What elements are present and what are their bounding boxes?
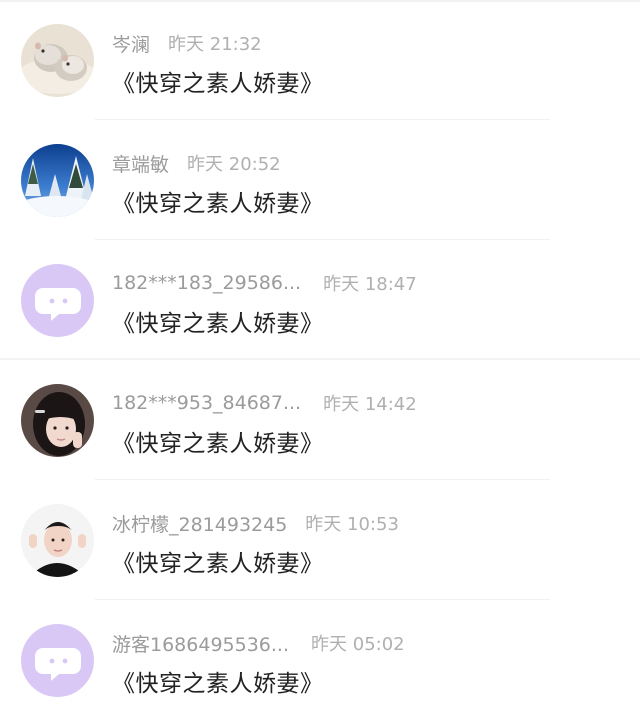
message-time: 昨天 05:02 [311,634,405,655]
message-item[interactable]: 182***953_84687... 昨天 14:42 《快穿之素人娇妻》 [0,360,640,480]
message-item[interactable]: 182***183_29586... 昨天 18:47 《快穿之素人娇妻》 [0,240,640,360]
message-meta: 岑澜 昨天 21:32 [112,30,262,56]
message-item[interactable]: 章端敏 昨天 20:52 《快穿之素人娇妻》 [0,120,640,240]
snowy-trees-photo-icon [21,144,94,217]
sender-name[interactable]: 章端敏 [112,150,169,177]
hamster-photo-icon [21,24,94,97]
avatar[interactable] [21,624,94,697]
avatar[interactable] [21,384,94,457]
message-meta: 章端敏 昨天 20:52 [112,150,281,176]
girl-portrait-photo-icon [21,384,94,457]
boy-portrait-photo-icon [21,504,94,577]
sender-name[interactable]: 182***953_84687... [112,392,301,414]
default-chat-bubble-icon [21,624,94,697]
message-time: 昨天 14:42 [323,394,417,415]
sender-name[interactable]: 游客1686495536... [112,630,289,657]
message-time: 昨天 21:32 [168,34,262,55]
message-text: 《快穿之素人娇妻》 [112,551,324,577]
avatar[interactable] [21,144,94,217]
avatar[interactable] [21,264,94,337]
message-text: 《快穿之素人娇妻》 [112,671,324,697]
message-item[interactable]: 岑澜 昨天 21:32 《快穿之素人娇妻》 [0,0,640,120]
message-text: 《快穿之素人娇妻》 [112,431,324,457]
message-text: 《快穿之素人娇妻》 [112,311,324,337]
sender-name[interactable]: 182***183_29586... [112,272,301,294]
message-meta: 冰柠檬_281493245 昨天 10:53 [112,510,399,536]
message-time: 昨天 20:52 [187,154,281,175]
message-text: 《快穿之素人娇妻》 [112,191,324,217]
sender-name[interactable]: 岑澜 [112,30,150,57]
message-item[interactable]: 冰柠檬_281493245 昨天 10:53 《快穿之素人娇妻》 [0,480,640,600]
message-text: 《快穿之素人娇妻》 [112,71,324,97]
avatar[interactable] [21,504,94,577]
message-meta: 182***953_84687... 昨天 14:42 [112,390,417,416]
message-time: 昨天 10:53 [305,514,399,535]
default-chat-bubble-icon [21,264,94,337]
avatar[interactable] [21,24,94,97]
message-meta: 182***183_29586... 昨天 18:47 [112,270,417,296]
message-item[interactable]: 游客1686495536... 昨天 05:02 《快穿之素人娇妻》 [0,600,640,720]
sender-name[interactable]: 冰柠檬_281493245 [112,510,287,537]
message-time: 昨天 18:47 [323,274,417,295]
message-list: 岑澜 昨天 21:32 《快穿之素人娇妻》 章端敏 昨天 20:52 《快穿之素… [0,0,640,720]
message-meta: 游客1686495536... 昨天 05:02 [112,630,405,656]
